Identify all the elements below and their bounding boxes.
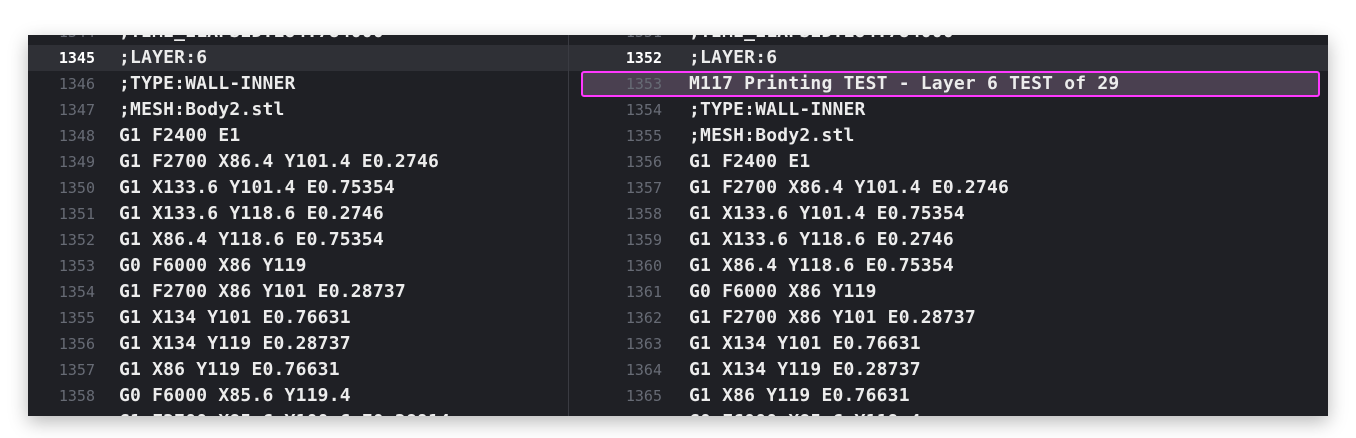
code-line[interactable]: 1350 G1 X133.6 Y101.4 E0.75354: [28, 175, 568, 201]
code-line[interactable]: 1354 ;TYPE:WALL-INNER: [569, 97, 1328, 123]
code-text: ;TYPE:WALL-INNER: [119, 73, 296, 94]
code-text: ;MESH:Body2.stl: [119, 99, 285, 120]
code-line[interactable]: 1353 G0 F6000 X86 Y119: [28, 253, 568, 279]
code-line[interactable]: 1346 ;TYPE:WALL-INNER: [28, 71, 568, 97]
code-text: G1 X86 Y119 E0.76631: [119, 359, 340, 380]
line-number: 1354: [625, 101, 662, 119]
current-code-line[interactable]: 1352 ;LAYER:6: [569, 45, 1328, 71]
code-line[interactable]: 1359 G1 X133.6 Y118.6 E0.2746: [569, 227, 1328, 253]
line-number: 1355: [58, 309, 95, 327]
code-line[interactable]: 1355 ;MESH:Body2.stl: [569, 123, 1328, 149]
line-number: 1359: [625, 231, 662, 249]
line-number: 1354: [58, 283, 95, 301]
code-text: ;TIME_ELAPSED:184.784000: [689, 35, 954, 45]
line-number: 1346: [58, 75, 95, 93]
line-number: 1350: [58, 179, 95, 197]
code-text: ;TIME_ELAPSED:184.784000: [119, 35, 384, 45]
code-text: G1 F2700 X86.4 Y101.4 E0.2746: [689, 177, 1010, 198]
code-text: ;LAYER:6: [119, 47, 208, 68]
line-number: 1355: [625, 127, 662, 145]
left-code-pane[interactable]: 1344 ;TIME_ELAPSED:184.784000 1345 ;LAYER:6…: [28, 35, 568, 416]
code-line[interactable]: 1362 G1 F2700 X86 Y101 E0.28737: [569, 305, 1328, 331]
code-text: G1 X86.4 Y118.6 E0.75354: [689, 255, 954, 276]
line-number: 1358: [58, 387, 95, 405]
code-line[interactable]: 1356 G1 F2400 E1: [569, 149, 1328, 175]
line-number: 1351: [58, 205, 95, 223]
code-line[interactable]: 1347 ;MESH:Body2.stl: [28, 97, 568, 123]
line-number: 1357: [58, 361, 95, 379]
code-line[interactable]: 1355 G1 X134 Y101 E0.76631: [28, 305, 568, 331]
code-line[interactable]: 1348 G1 F2400 E1: [28, 123, 568, 149]
code-text: G1 X134 Y119 E0.28737: [689, 359, 921, 380]
code-text: G1 F2700 X86 Y101 E0.28737: [689, 307, 976, 328]
code-text: G1 F2400 E1: [119, 125, 241, 146]
line-number: 1347: [58, 101, 95, 119]
code-line[interactable]: 1364 G1 X134 Y119 E0.28737: [569, 357, 1328, 383]
code-text: G1 X134 Y101 E0.76631: [119, 307, 351, 328]
code-text: G1 F2400 E1: [689, 151, 811, 172]
code-text: G1 F2700 X86 Y101 E0.28737: [119, 281, 406, 302]
code-text: M117 Printing TEST - Layer 6 TEST of 29: [689, 73, 1120, 94]
code-line[interactable]: 1359 G1 F2700 X85.6 Y100.6 E0.28914: [28, 409, 568, 416]
code-line[interactable]: 1360 G1 X86.4 Y118.6 E0.75354: [569, 253, 1328, 279]
code-line[interactable]: 1358 G1 X133.6 Y101.4 E0.75354: [569, 201, 1328, 227]
code-text: G1 X134 Y119 E0.28737: [119, 333, 351, 354]
line-number: 1363: [625, 335, 662, 353]
highlighted-code-line[interactable]: 1353 M117 Printing TEST - Layer 6 TEST of…: [569, 71, 1328, 97]
current-code-line[interactable]: 1345 ;LAYER:6: [28, 45, 568, 71]
line-number: 1364: [625, 361, 662, 379]
line-number: 1345: [58, 49, 95, 67]
code-text: G1 F2700 X86.4 Y101.4 E0.2746: [119, 151, 440, 172]
code-text: G1 X133.6 Y118.6 E0.2746: [689, 229, 954, 250]
code-text: G0 F6000 X86 Y119: [689, 281, 877, 302]
code-line[interactable]: 1354 G1 F2700 X86 Y101 E0.28737: [28, 279, 568, 305]
code-line[interactable]: 1358 G0 F6000 X85.6 Y119.4: [28, 383, 568, 409]
code-text: G1 F2700 X85.6 Y100.6 E0.28914: [119, 409, 450, 416]
line-number: 1359: [28, 409, 95, 416]
line-number: 1351: [569, 35, 662, 45]
code-text: G0 F6000 X85.6 Y119.4: [689, 409, 921, 416]
line-number: 1349: [58, 153, 95, 171]
right-code-pane[interactable]: 1351 ;TIME_ELAPSED:184.784000 1352 ;LAYER:6…: [569, 35, 1328, 416]
code-text: G1 X133.6 Y101.4 E0.75354: [119, 177, 395, 198]
code-line[interactable]: 1356 G1 X134 Y119 E0.28737: [28, 331, 568, 357]
code-line[interactable]: 1352 G1 X86.4 Y118.6 E0.75354: [28, 227, 568, 253]
line-number: 1362: [625, 309, 662, 327]
line-number: 1360: [625, 257, 662, 275]
line-number: 1356: [625, 153, 662, 171]
line-number: 1352: [58, 231, 95, 249]
code-text: G1 X133.6 Y101.4 E0.75354: [689, 203, 965, 224]
code-text: G0 F6000 X86 Y119: [119, 255, 307, 276]
line-number: 1356: [58, 335, 95, 353]
line-number: 1353: [625, 75, 662, 93]
code-line[interactable]: 1349 G1 F2700 X86.4 Y101.4 E0.2746: [28, 149, 568, 175]
code-line[interactable]: 1366 G0 F6000 X85.6 Y119.4: [569, 409, 1328, 416]
code-line[interactable]: 1357 G1 F2700 X86.4 Y101.4 E0.2746: [569, 175, 1328, 201]
code-text: G1 X86.4 Y118.6 E0.75354: [119, 229, 384, 250]
code-line[interactable]: 1361 G0 F6000 X86 Y119: [569, 279, 1328, 305]
code-line[interactable]: 1365 G1 X86 Y119 E0.76631: [569, 383, 1328, 409]
line-number: 1365: [625, 387, 662, 405]
code-text: G1 X86 Y119 E0.76631: [689, 385, 910, 406]
code-line[interactable]: 1363 G1 X134 Y101 E0.76631: [569, 331, 1328, 357]
code-text: G0 F6000 X85.6 Y119.4: [119, 385, 351, 406]
code-line[interactable]: 1357 G1 X86 Y119 E0.76631: [28, 357, 568, 383]
code-text: ;LAYER:6: [689, 47, 778, 68]
code-text: ;TYPE:WALL-INNER: [689, 99, 866, 120]
line-number: 1358: [625, 205, 662, 223]
line-number: 1353: [58, 257, 95, 275]
code-line[interactable]: 1351 ;TIME_ELAPSED:184.784000: [569, 35, 1328, 45]
line-number: 1366: [569, 409, 662, 416]
line-number: 1352: [625, 49, 662, 67]
code-line[interactable]: 1351 G1 X133.6 Y118.6 E0.2746: [28, 201, 568, 227]
diff-editor-window: 1344 ;TIME_ELAPSED:184.784000 1345 ;LAYER:6…: [28, 35, 1328, 416]
code-line[interactable]: 1344 ;TIME_ELAPSED:184.784000: [28, 35, 568, 45]
line-number: 1344: [28, 35, 95, 45]
code-text: G1 X133.6 Y118.6 E0.2746: [119, 203, 384, 224]
line-number: 1361: [625, 283, 662, 301]
code-text: ;MESH:Body2.stl: [689, 125, 855, 146]
line-number: 1348: [58, 127, 95, 145]
code-text: G1 X134 Y101 E0.76631: [689, 333, 921, 354]
line-number: 1357: [625, 179, 662, 197]
